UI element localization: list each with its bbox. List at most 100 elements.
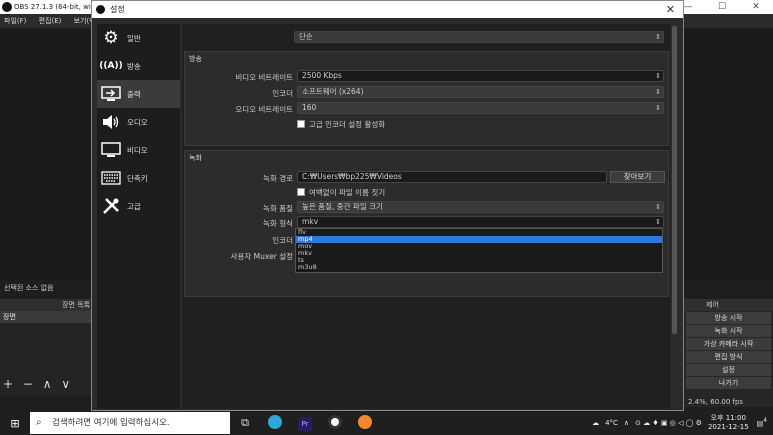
premiere-icon[interactable]: Pr bbox=[290, 416, 320, 431]
sidebar-item-general[interactable]: ⚙ 일반 bbox=[97, 24, 180, 52]
start-virtual-camera-button[interactable]: 가상 카메라 시작 bbox=[686, 338, 771, 350]
keyboard-icon bbox=[100, 167, 122, 189]
clock-time: 오후 11:00 bbox=[710, 414, 746, 422]
record-quality-label: 녹화 품질 bbox=[263, 204, 293, 213]
menu-file[interactable]: 파일(F) bbox=[4, 17, 26, 25]
stream-group: 방송 비디오 비트레이트 2500 Kbps ⇕ 인코더 소프트웨어 (x264… bbox=[184, 51, 669, 146]
advanced-encoder-checkbox[interactable] bbox=[297, 120, 305, 128]
sidebar-item-label: 오디오 bbox=[127, 117, 148, 127]
format-option-mkv[interactable]: mkv bbox=[296, 250, 662, 257]
tray-icons[interactable]: ⊙ ☁ ♦ ▣ ◎ ◁ ◯ ⚙ bbox=[635, 419, 702, 427]
browse-button[interactable]: 찾아보기 bbox=[610, 171, 665, 183]
settings-button[interactable]: 설정 bbox=[686, 364, 771, 376]
select-arrows-icon: ⇕ bbox=[655, 33, 661, 41]
format-option-ts[interactable]: ts bbox=[296, 257, 662, 264]
sidebar-item-hotkeys[interactable]: 단축키 bbox=[97, 164, 180, 192]
audio-bitrate-label: 오디오 비트레이트 bbox=[235, 105, 293, 114]
video-bitrate-label: 비디오 비트레이트 bbox=[235, 73, 293, 82]
sidebar-item-output[interactable]: 출력 bbox=[97, 80, 180, 108]
temperature[interactable]: 4°C bbox=[605, 419, 618, 427]
record-quality-select[interactable]: 높은 품질, 중간 파일 크기 ⇕ bbox=[297, 201, 664, 213]
record-quality-value: 높은 품질, 중간 파일 크기 bbox=[302, 202, 383, 211]
app-taskbar-icon[interactable] bbox=[350, 414, 380, 432]
sidebar-item-advanced[interactable]: 고급 bbox=[97, 192, 180, 220]
sidebar-item-video[interactable]: 비디오 bbox=[97, 136, 180, 164]
obs-title-text: OBS 27.1.3 (64-bit, wind bbox=[14, 3, 100, 11]
format-option-m3u8[interactable]: m3u8 bbox=[296, 264, 662, 271]
record-path-label: 녹화 경로 bbox=[263, 174, 293, 183]
weather-icon[interactable]: ☁ bbox=[592, 419, 599, 427]
format-option-mov[interactable]: mov bbox=[296, 243, 662, 250]
settings-content: 출력 방식 단순 ⇕ 방송 비디오 비트레이트 2500 Kbps ⇕ 인코더 … bbox=[182, 24, 670, 409]
clock-date: 2021-12-15 bbox=[707, 423, 749, 431]
no-space-checkbox[interactable] bbox=[297, 188, 305, 196]
windows-start-icon[interactable]: ⊞ bbox=[0, 417, 30, 430]
dialog-titlebar: 설정 ✕ bbox=[92, 1, 683, 18]
search-icon: ⌕ bbox=[36, 417, 42, 428]
scrollbar-thumb[interactable] bbox=[672, 26, 677, 334]
settings-scrollbar[interactable] bbox=[670, 24, 679, 409]
video-bitrate-input[interactable]: 2500 Kbps ⇕ bbox=[297, 70, 664, 82]
record-format-select[interactable]: mkv ⇕ bbox=[297, 216, 664, 228]
obs-logo-icon bbox=[2, 2, 12, 12]
gear-icon: ⚙ bbox=[103, 28, 119, 48]
select-arrows-icon: ⇕ bbox=[655, 88, 661, 96]
audio-bitrate-select[interactable]: 160 ⇕ bbox=[297, 102, 664, 114]
no-space-label: 여백없이 파일 이름 짓기 bbox=[309, 188, 386, 197]
window-close-button[interactable]: ✕ bbox=[739, 0, 773, 14]
record-path-value: C:₩Users₩bp225₩Videos bbox=[302, 172, 402, 181]
sidebar-item-audio[interactable]: 오디오 bbox=[97, 108, 180, 136]
scene-toolbar[interactable]: + − ∧ ∨ bbox=[3, 377, 73, 391]
scenes-header: 장면 목록 bbox=[0, 299, 96, 311]
spinner-arrows-icon[interactable]: ⇕ bbox=[655, 71, 661, 81]
muxer-label: 사용자 Muxer 설정 bbox=[230, 252, 293, 261]
taskbar-search[interactable]: ⌕ 검색하려면 여기에 입력하십시오. bbox=[30, 412, 230, 434]
format-option-mp4[interactable]: mp4 bbox=[296, 236, 662, 243]
close-icon[interactable]: ✕ bbox=[666, 1, 675, 18]
antenna-icon: ((A)) bbox=[99, 61, 123, 71]
settings-dialog: 설정 ✕ ⚙ 일반 ((A)) 방송 출력 오디오 비디오 단축키 고급 단순 … bbox=[91, 0, 684, 411]
output-mode-value: 단순 bbox=[299, 32, 313, 41]
speaker-icon bbox=[100, 111, 122, 133]
record-format-value: mkv bbox=[302, 217, 319, 226]
select-arrows-icon: ⇕ bbox=[655, 104, 661, 112]
record-encoder-label: 인코더 bbox=[272, 236, 293, 245]
exit-button[interactable]: 나가기 bbox=[686, 377, 771, 389]
notifications-icon[interactable]: ▤4 bbox=[757, 418, 767, 427]
obs-taskbar-icon[interactable] bbox=[320, 414, 350, 432]
menu-edit[interactable]: 편집(E) bbox=[39, 17, 62, 25]
tray-chevron-icon[interactable]: ∧ bbox=[624, 419, 629, 427]
windows-taskbar: ⊞ ⌕ 검색하려면 여기에 입력하십시오. ⧉ Pr ☁ 4°C ∧ ⊙ ☁ ♦… bbox=[0, 411, 773, 435]
studio-mode-button[interactable]: 편집 방식 bbox=[686, 351, 771, 363]
record-path-input[interactable]: C:₩Users₩bp225₩Videos bbox=[297, 171, 607, 183]
maximize-button[interactable]: ☐ bbox=[705, 0, 739, 14]
edge-icon[interactable] bbox=[260, 414, 290, 432]
start-streaming-button[interactable]: 방송 시작 bbox=[686, 312, 771, 324]
sidebar-item-label: 출력 bbox=[127, 89, 141, 99]
obs-dialog-icon bbox=[96, 5, 105, 14]
search-placeholder: 검색하려면 여기에 입력하십시오. bbox=[52, 418, 170, 428]
no-source-label: 선택된 소스 없음 bbox=[4, 284, 54, 292]
format-option-flv[interactable]: flv bbox=[296, 229, 662, 236]
video-bitrate-value: 2500 Kbps bbox=[302, 71, 342, 80]
controls-header: 제어 bbox=[684, 299, 773, 311]
sidebar-item-label: 단축키 bbox=[127, 173, 148, 183]
encoder-value: 소프트웨어 (x264) bbox=[302, 87, 364, 96]
dialog-title: 설정 bbox=[110, 5, 125, 14]
advanced-encoder-label: 고급 인코더 설정 활성화 bbox=[309, 120, 386, 129]
system-tray: ☁ 4°C ∧ ⊙ ☁ ♦ ▣ ◎ ◁ ◯ ⚙ 오후 11:00 2021-12… bbox=[592, 411, 773, 435]
encoder-label: 인코더 bbox=[272, 89, 293, 98]
output-mode-select[interactable]: 단순 ⇕ bbox=[294, 31, 664, 43]
start-recording-button[interactable]: 녹화 시작 bbox=[686, 325, 771, 337]
sidebar-item-stream[interactable]: ((A)) 방송 bbox=[97, 52, 180, 80]
notification-count: 4 bbox=[763, 418, 767, 425]
task-view-icon[interactable]: ⧉ bbox=[230, 416, 260, 430]
output-icon bbox=[100, 83, 122, 105]
clock[interactable]: 오후 11:00 2021-12-15 bbox=[708, 414, 749, 432]
settings-sidebar: ⚙ 일반 ((A)) 방송 출력 오디오 비디오 단축키 고급 bbox=[97, 24, 180, 409]
scene-item[interactable]: 장면 bbox=[0, 311, 96, 323]
sidebar-item-label: 고급 bbox=[127, 201, 141, 211]
encoder-select[interactable]: 소프트웨어 (x264) ⇕ bbox=[297, 86, 664, 98]
sidebar-item-label: 비디오 bbox=[127, 145, 148, 155]
record-format-label: 녹화 형식 bbox=[263, 219, 293, 228]
